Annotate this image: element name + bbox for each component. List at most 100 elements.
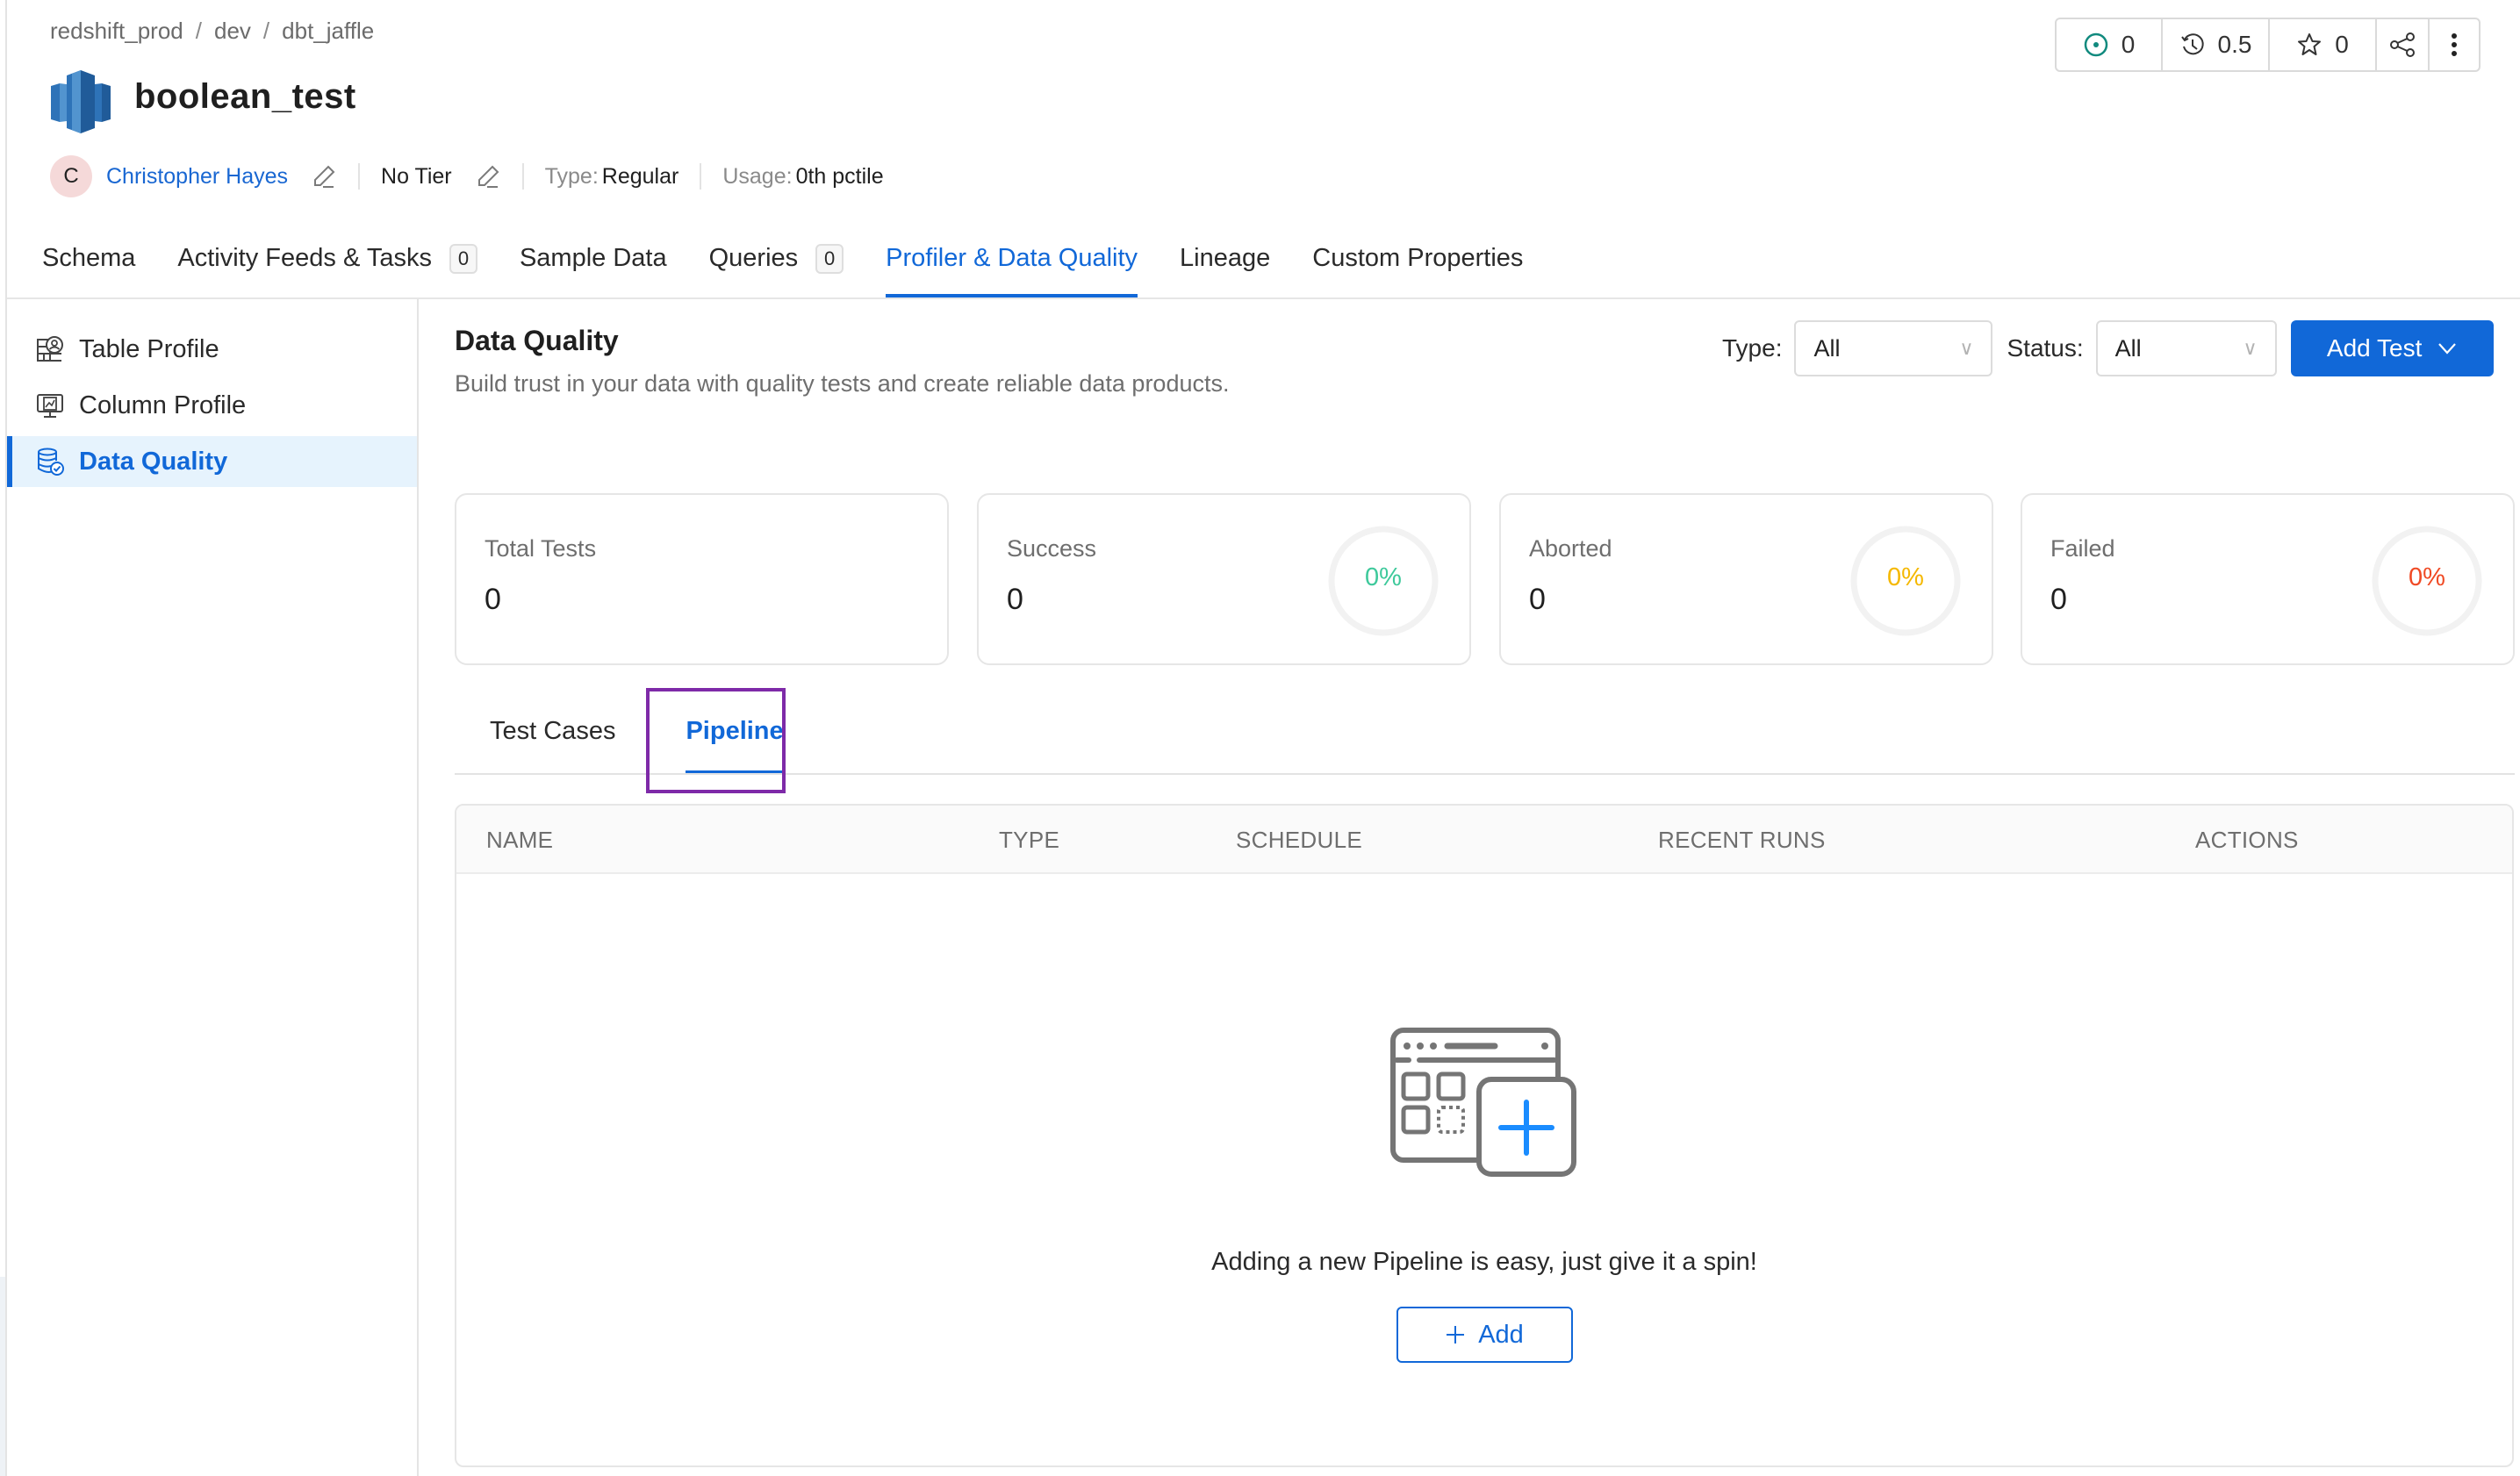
stat-value: 0 [2050, 583, 2067, 616]
tab-label: Lineage [1180, 244, 1271, 272]
redshift-icon [51, 70, 111, 133]
tab-schema[interactable]: Schema [42, 237, 135, 298]
tier-value: No Tier [381, 163, 452, 189]
stat-card-success: Success 0 0% [977, 493, 1471, 665]
column-header-actions: ACTIONS [2195, 827, 2299, 853]
star-count: 0 [2335, 31, 2349, 58]
tab-lineage[interactable]: Lineage [1180, 237, 1270, 298]
tab-count-badge: 0 [449, 244, 477, 274]
type-filter-label: Type: [1722, 334, 1783, 362]
meta-divider [521, 163, 524, 190]
success-progress-ring: 0% [1327, 525, 1439, 637]
tab-profiler-data-quality[interactable]: Profiler & Data Quality [886, 237, 1138, 298]
entity-actions-bar: 0 0.5 0 [2055, 18, 2481, 72]
tab-label: Queries [708, 244, 799, 272]
stat-card-aborted: Aborted 0 0% [1499, 493, 1993, 665]
chevron-down-icon: ∨ [1959, 337, 1974, 359]
sidenav-label: Table Profile [79, 334, 219, 363]
breadcrumb-separator: / [195, 18, 202, 44]
chevron-down-icon [2438, 343, 2457, 355]
tab-label: Sample Data [519, 244, 667, 272]
add-pipeline-button[interactable]: Add [1396, 1307, 1573, 1363]
type-value: Regular [601, 163, 679, 189]
tab-label: Custom Properties [1312, 244, 1524, 272]
entity-meta-row: C Christopher Hayes No Tier Type: Regula… [50, 154, 884, 198]
share-button[interactable] [2377, 19, 2430, 70]
tab-sample-data[interactable]: Sample Data [520, 237, 667, 298]
add-pipeline-illustration-icon [1390, 1028, 1576, 1177]
table-profile-icon [35, 334, 65, 364]
empty-state-message: Adding a new Pipeline is easy, just give… [1211, 1248, 1757, 1276]
type-filter-value: All [1813, 334, 1841, 362]
subtab-test-cases[interactable]: Test Cases [455, 706, 650, 775]
breadcrumb-item-schema[interactable]: dbt_jaffle [282, 18, 374, 45]
stat-card-failed: Failed 0 0% [2021, 493, 2515, 665]
tab-activity-feeds[interactable]: Activity Feeds & Tasks 0 [177, 237, 477, 298]
edit-owner-icon[interactable] [311, 163, 337, 190]
stat-percent: 0% [1365, 563, 1402, 591]
empty-state: Adding a new Pipeline is easy, just give… [456, 1025, 2512, 1363]
stat-percent: 0% [2409, 563, 2445, 591]
version-button[interactable]: 0.5 [2163, 19, 2270, 70]
tab-queries[interactable]: Queries 0 [709, 237, 844, 298]
star-icon [2298, 33, 2322, 55]
usage-value: 0th pctile [795, 163, 884, 189]
breadcrumb: redshift_prod / dev / dbt_jaffle [50, 18, 374, 45]
left-frame-edge [0, 0, 7, 1476]
sidenav-label: Data Quality [79, 447, 228, 476]
sidenav-item-data-quality[interactable]: Data Quality [7, 436, 417, 487]
chevron-down-icon: ∨ [2243, 337, 2258, 359]
breadcrumb-item-service[interactable]: redshift_prod [50, 18, 183, 45]
entity-title: boolean_test [134, 77, 356, 116]
table-header: NAME TYPE SCHEDULE RECENT RUNS ACTIONS [456, 806, 2512, 874]
meta-divider [358, 163, 361, 190]
followers-count: 0 [2121, 31, 2136, 58]
filters-bar: Type: All ∨ Status: All ∨ Add Test [1722, 320, 2494, 376]
type-filter-select[interactable]: All ∨ [1794, 320, 1993, 376]
type-label: Type: [544, 163, 599, 189]
stat-label: Aborted [1529, 535, 1612, 562]
tab-label: Activity Feeds & Tasks [177, 244, 432, 272]
more-vertical-icon [2452, 33, 2457, 56]
pipeline-tab-highlight [646, 688, 786, 793]
follow-icon [2084, 32, 2107, 57]
plus-icon [1447, 1326, 1465, 1343]
add-pipeline-label: Add [1478, 1320, 1524, 1349]
tab-label: Profiler & Data Quality [886, 244, 1138, 272]
add-test-button[interactable]: Add Test [2290, 320, 2494, 376]
version-value: 0.5 [2217, 31, 2252, 58]
tab-label: Schema [42, 244, 136, 272]
data-quality-icon [35, 447, 65, 476]
column-header-recent-runs: RECENT RUNS [1658, 827, 1826, 853]
star-button[interactable]: 0 [2270, 19, 2377, 70]
stat-percent: 0% [1887, 563, 1924, 591]
sidenav-label: Column Profile [79, 390, 247, 419]
column-profile-icon [35, 390, 65, 420]
pipeline-table: NAME TYPE SCHEDULE RECENT RUNS ACTIONS A… [455, 804, 2514, 1467]
failed-progress-ring: 0% [2371, 525, 2483, 637]
stat-value: 0 [1007, 583, 1023, 616]
sidenav-item-table-profile[interactable]: Table Profile [7, 324, 417, 375]
share-icon [2390, 32, 2415, 57]
column-header-type: TYPE [999, 827, 1060, 853]
column-header-name: NAME [486, 827, 554, 853]
usage-label: Usage: [722, 163, 793, 189]
stat-card-total-tests: Total Tests 0 [455, 493, 949, 665]
stat-value: 0 [1529, 583, 1546, 616]
left-frame-edge-lower [0, 1277, 7, 1476]
stat-label: Failed [2050, 535, 2115, 562]
edit-tier-icon[interactable] [475, 163, 501, 190]
tab-custom-properties[interactable]: Custom Properties [1312, 237, 1523, 298]
subtab-label: Test Cases [490, 717, 616, 745]
owner-link[interactable]: Christopher Hayes [106, 164, 288, 190]
stat-label: Total Tests [485, 535, 597, 562]
sidenav-item-column-profile[interactable]: Column Profile [7, 380, 417, 431]
breadcrumb-separator: / [262, 18, 270, 44]
more-options-button[interactable] [2430, 19, 2479, 70]
add-test-label: Add Test [2326, 334, 2423, 362]
status-filter-select[interactable]: All ∨ [2095, 320, 2277, 376]
breadcrumb-item-database[interactable]: dev [214, 18, 251, 45]
section-description: Build trust in your data with quality te… [455, 370, 1230, 397]
status-filter-label: Status: [2007, 334, 2084, 362]
follow-button[interactable]: 0 [2057, 19, 2163, 70]
